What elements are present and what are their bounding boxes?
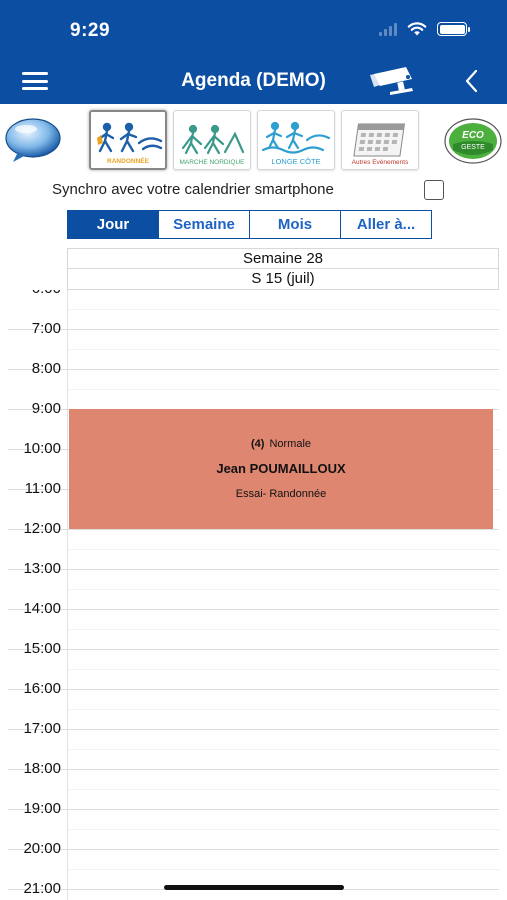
event-organizer: Jean POUMAILLOUX — [216, 461, 346, 476]
eco-label: ECO — [462, 130, 484, 141]
hour-label: 7:00 — [31, 320, 61, 337]
hour-row: 17:00 — [0, 720, 507, 769]
hour-label: 6:00 — [0, 290, 61, 297]
hour-label: 11:00 — [24, 480, 61, 497]
hikers-icon — [97, 122, 163, 153]
hour-label: 19:00 — [23, 800, 61, 817]
hour-row: 21:00 — [0, 880, 507, 900]
hour-label: 16:00 — [23, 680, 61, 697]
hour-label: 12:00 — [23, 520, 61, 537]
hour-gridline — [8, 729, 499, 730]
sync-row: Synchro avec votre calendrier smartphone — [0, 176, 507, 204]
event-description: Essai- Randonnée — [235, 488, 327, 500]
activity-label: Autres Evénements — [351, 159, 409, 166]
activity-longe-cote-tile[interactable]: LONGE CÔTE — [257, 110, 335, 170]
hour-label: 8:00 — [31, 360, 61, 377]
hour-gridline — [8, 529, 499, 530]
camera-icon[interactable] — [368, 64, 420, 96]
calendar-grid[interactable]: 6:00 7:00 8:00 9:00 10:00 11:00 12:00 13:00 14:0… — [0, 290, 507, 900]
hour-label: 9:00 — [31, 400, 61, 417]
half-hour-gridline — [67, 589, 499, 590]
wifi-icon — [407, 22, 427, 36]
status-icons — [379, 22, 470, 36]
week-header: Semaine 28 — [67, 248, 499, 269]
activity-label: MARCHE NORDIQUE — [179, 159, 245, 166]
hour-label: 15:00 — [23, 640, 61, 657]
day-header[interactable]: S 15 (juil) — [67, 269, 499, 290]
home-indicator — [164, 885, 344, 890]
calendar-event[interactable]: (4) Normale Jean POUMAILLOUX Essai- Rando… — [69, 409, 493, 529]
hour-row: 19:00 — [0, 800, 507, 849]
activity-label: LONGE CÔTE — [271, 157, 321, 166]
hour-row: 6:00 — [0, 290, 507, 329]
event-status-label: Normale — [269, 438, 312, 450]
event-count: (4) — [250, 438, 265, 450]
page-title: Agenda (DEMO) — [181, 70, 326, 91]
half-hour-gridline — [67, 549, 499, 550]
half-hour-gridline — [67, 789, 499, 790]
half-hour-gridline — [67, 309, 499, 310]
calendar-icon — [353, 123, 406, 157]
sync-label: Synchro avec votre calendrier smartphone — [52, 181, 334, 198]
half-hour-gridline — [67, 829, 499, 830]
view-week-button[interactable]: Semaine — [159, 210, 250, 239]
hour-gridline — [8, 609, 499, 610]
hour-row: 13:00 — [0, 560, 507, 609]
hour-row: 12:00 — [0, 520, 507, 569]
menu-button[interactable] — [22, 72, 48, 90]
chat-bubble-icon[interactable] — [4, 116, 62, 164]
cellular-signal-icon — [379, 22, 397, 36]
half-hour-gridline — [67, 709, 499, 710]
hour-gridline — [8, 769, 499, 770]
activity-autres-evenements-tile[interactable]: Autres Evénements — [341, 110, 419, 170]
app-header: 9:29 Agenda (DEMO) — [0, 0, 507, 104]
half-hour-gridline — [67, 629, 499, 630]
battery-icon — [437, 22, 470, 36]
coastal-walkers-icon — [261, 121, 331, 154]
hour-row: 7:00 — [0, 320, 507, 369]
hour-label: 10:00 — [23, 440, 61, 457]
half-hour-gridline — [67, 669, 499, 670]
hour-gridline — [8, 569, 499, 570]
hour-row: 14:00 — [0, 600, 507, 649]
eco-geste-badge-icon[interactable]: ECO GESTE — [443, 116, 503, 166]
hour-label: 20:00 — [23, 840, 61, 857]
status-time: 9:29 — [70, 20, 111, 41]
hour-row: 20:00 — [0, 840, 507, 889]
view-day-button[interactable]: Jour — [67, 210, 159, 239]
hour-label: 14:00 — [23, 600, 61, 617]
hour-label: 21:00 — [23, 880, 61, 897]
hour-row: 18:00 — [0, 760, 507, 809]
nordic-walkers-icon — [181, 124, 245, 155]
activity-bar: RANDONNÉE MARCHE NORDIQUE LONGE CÔTE Aut… — [0, 108, 507, 172]
hour-gridline — [8, 329, 499, 330]
activity-randonnee-tile[interactable]: RANDONNÉE — [89, 110, 167, 170]
hour-row: 16:00 — [0, 680, 507, 729]
hour-gridline — [8, 649, 499, 650]
event-status: (4) Normale — [69, 438, 493, 450]
half-hour-gridline — [67, 749, 499, 750]
activity-label: RANDONNÉE — [107, 158, 149, 165]
hour-gridline — [8, 849, 499, 850]
back-chevron-icon[interactable] — [462, 68, 482, 94]
half-hour-gridline — [67, 349, 499, 350]
hour-gridline — [8, 369, 499, 370]
geste-label: GESTE — [461, 144, 485, 151]
half-hour-gridline — [67, 869, 499, 870]
hour-gridline — [8, 689, 499, 690]
view-goto-button[interactable]: Aller à... — [341, 210, 432, 239]
view-month-button[interactable]: Mois — [250, 210, 341, 239]
hour-row: 15:00 — [0, 640, 507, 689]
hour-label: 17:00 — [23, 720, 61, 737]
half-hour-gridline — [67, 389, 499, 390]
hour-label: 13:00 — [23, 560, 61, 577]
sync-checkbox[interactable] — [424, 180, 444, 200]
hour-label: 18:00 — [23, 760, 61, 777]
hour-gridline — [8, 809, 499, 810]
activity-marche-nordique-tile[interactable]: MARCHE NORDIQUE — [173, 110, 251, 170]
hour-row: 8:00 — [0, 360, 507, 409]
view-switcher: Jour Semaine Mois Aller à... — [67, 210, 432, 239]
